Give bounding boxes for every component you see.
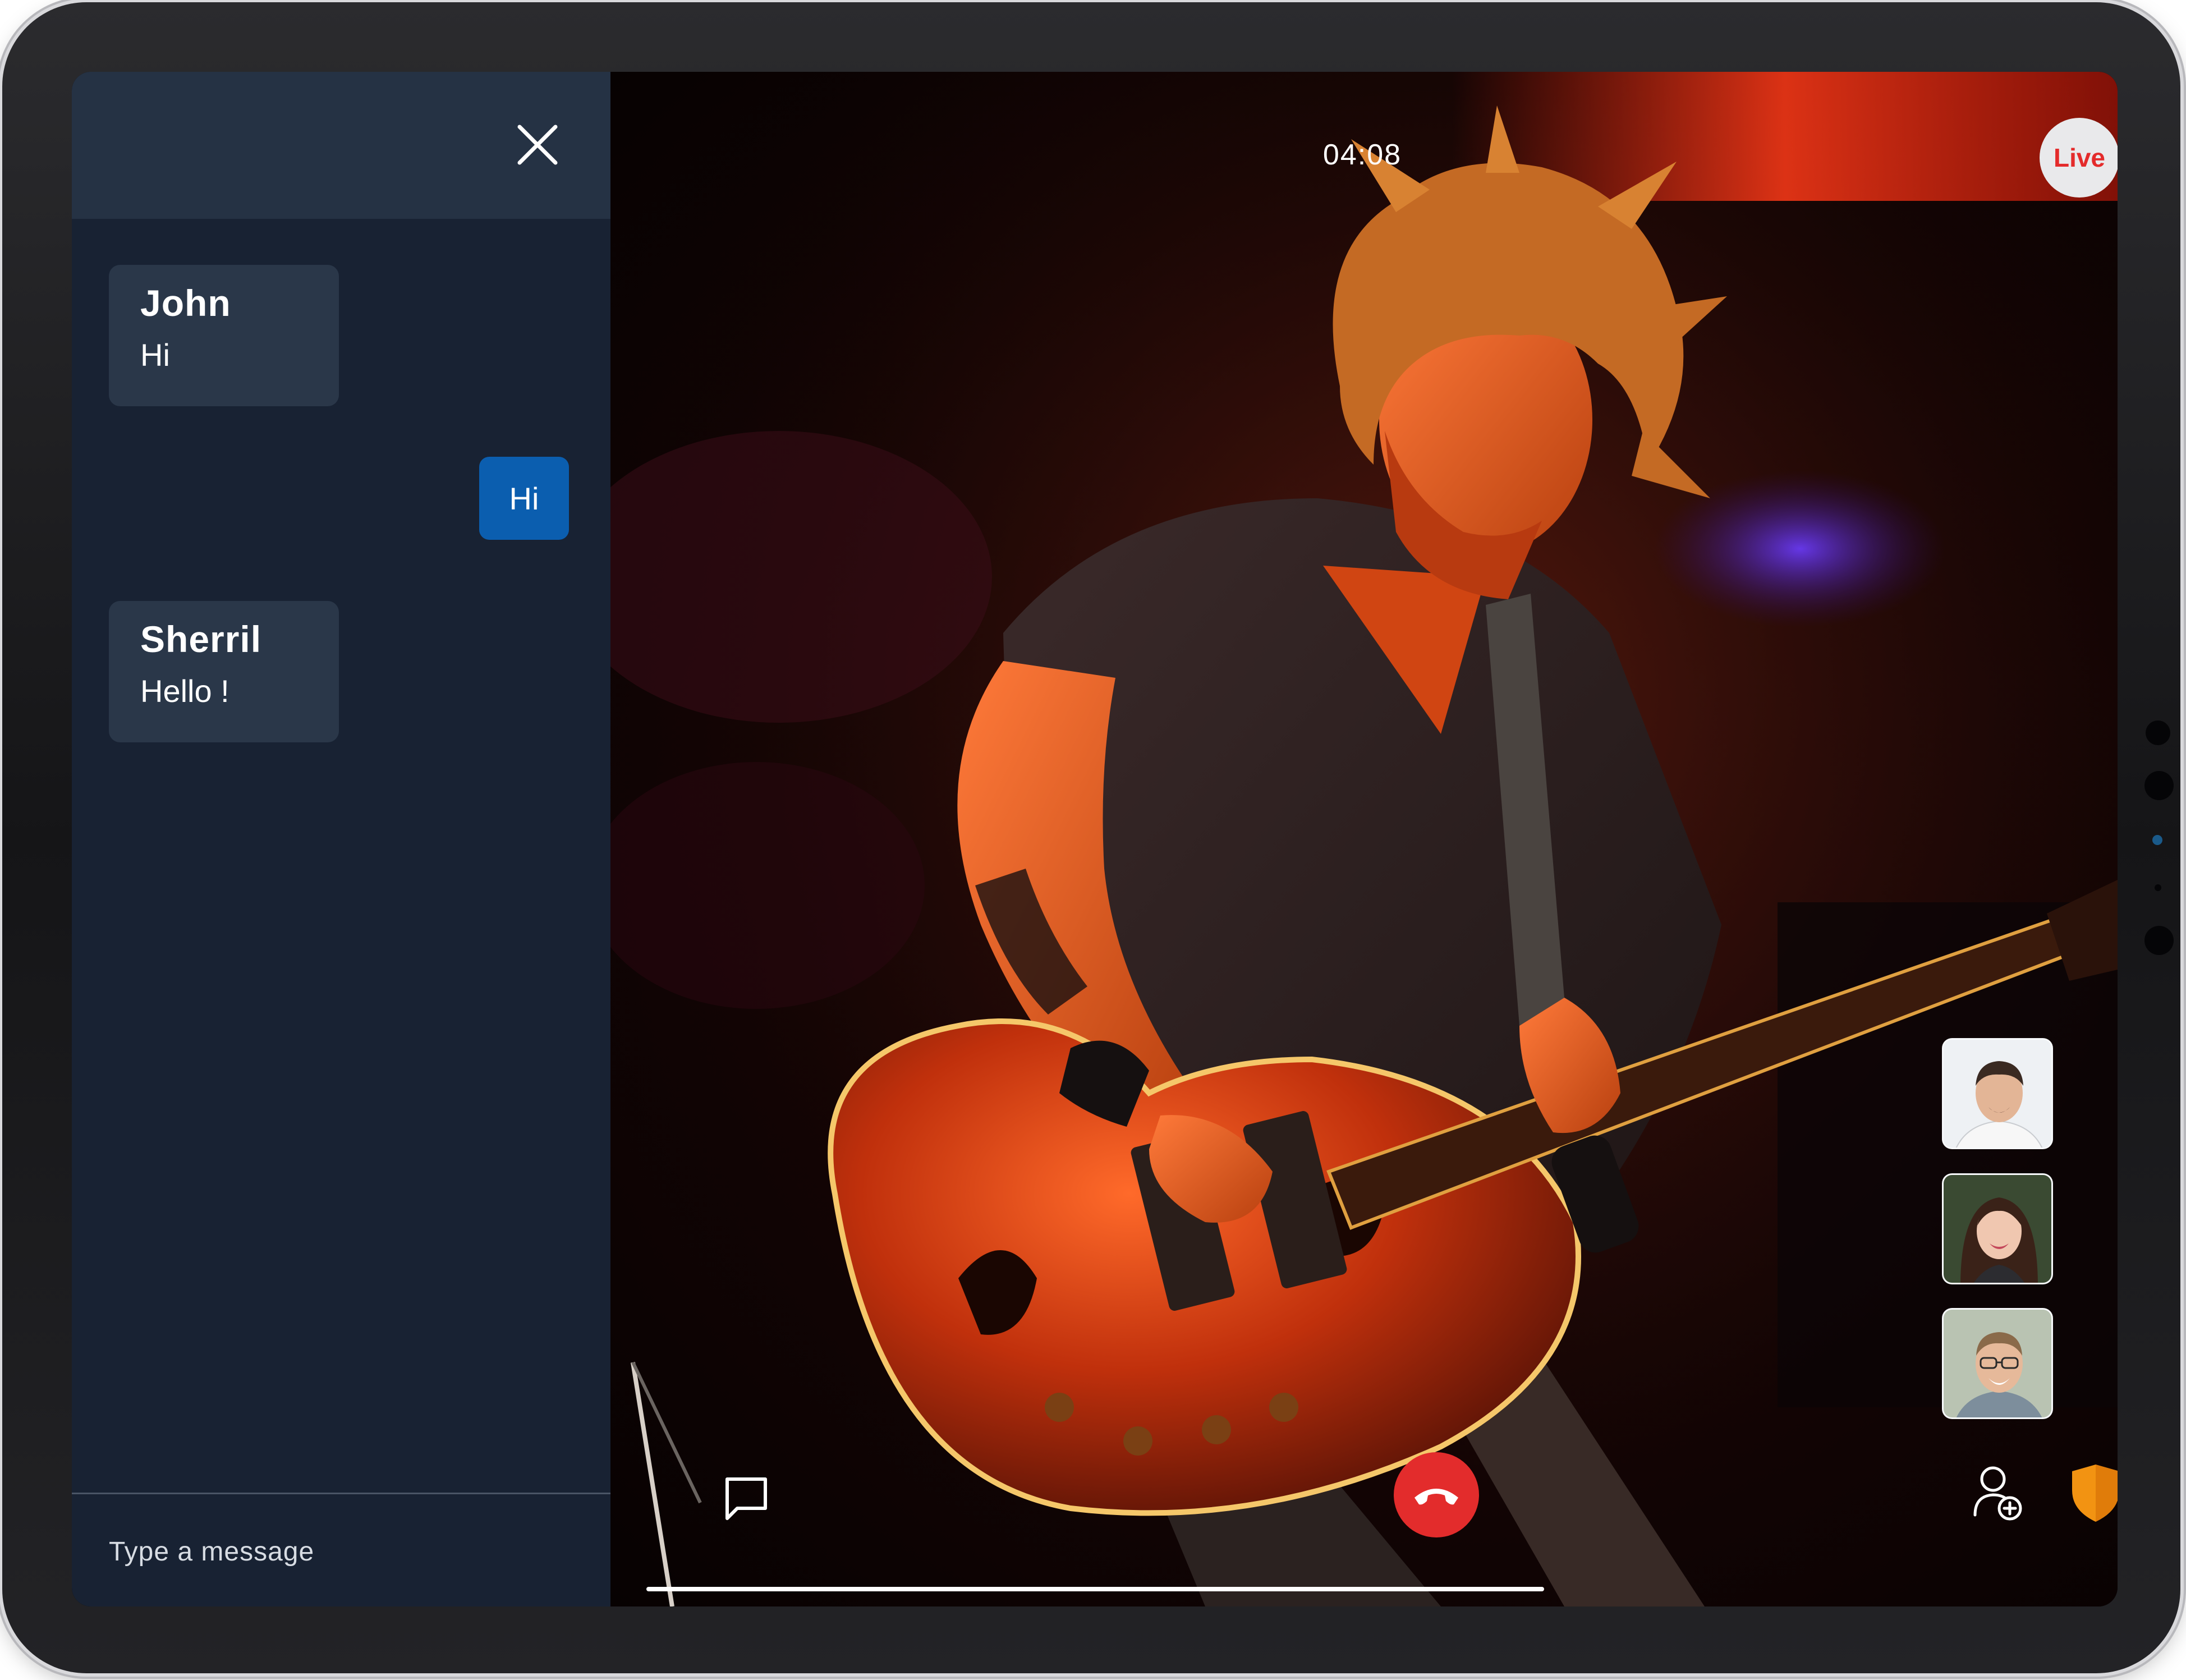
chat-header <box>72 72 610 219</box>
close-icon <box>517 125 558 165</box>
message-sender: John <box>140 282 231 324</box>
participant-man-avatar <box>1944 1040 2051 1147</box>
participant-thumbnail[interactable] <box>1942 1308 2053 1419</box>
participant-woman-avatar <box>1944 1175 2051 1283</box>
chat-panel: John Hi Hi Sherril Hello ! <box>72 72 610 1606</box>
add-person-icon <box>1973 1466 2022 1521</box>
participant-thumbnail[interactable] <box>1942 1038 2053 1149</box>
call-timer: 04:08 <box>1322 139 1402 171</box>
message-text: Hi <box>140 337 170 373</box>
app-screen: John Hi Hi Sherril Hello ! Type a messag… <box>72 72 2118 1606</box>
tablet-frame: John Hi Hi Sherril Hello ! Type a messag… <box>2 2 2180 1673</box>
shield-icon <box>2072 1465 2118 1522</box>
add-participant-button[interactable] <box>1972 1463 2023 1522</box>
security-button[interactable] <box>2068 1461 2118 1524</box>
message-text: Hello ! <box>140 673 229 709</box>
participant-man-glasses-avatar <box>1944 1310 2051 1417</box>
message-sender: Sherril <box>140 618 262 660</box>
live-video-feed <box>610 72 2118 1606</box>
video-stage: 04:08 Live <box>610 72 2118 1606</box>
message-input[interactable] <box>109 1521 591 1582</box>
chat-message-incoming: John Hi <box>109 265 339 406</box>
chat-toggle-button[interactable] <box>720 1474 772 1525</box>
home-indicator[interactable] <box>646 1587 1544 1591</box>
chat-message-incoming: Sherril Hello ! <box>109 601 339 742</box>
participant-thumbnail[interactable] <box>1942 1173 2053 1284</box>
phone-hangup-icon <box>1415 1489 1458 1505</box>
composer-divider <box>72 1493 610 1494</box>
close-chat-button[interactable] <box>509 117 566 173</box>
chat-message-outgoing: Hi <box>479 457 569 540</box>
live-badge: Live <box>2040 118 2118 198</box>
end-call-button[interactable] <box>1394 1452 1479 1537</box>
chat-bubble-icon <box>725 1477 767 1520</box>
